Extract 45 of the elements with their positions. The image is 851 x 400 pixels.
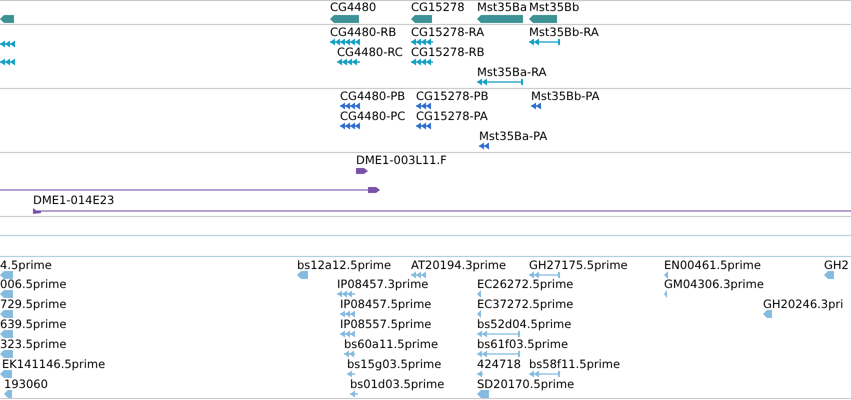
feature-label: EC26272.5prime (477, 277, 574, 291)
feature-label: bs60a11.5prime (344, 337, 438, 351)
feature-label: bs12a12.5prime (297, 258, 392, 272)
feature-label: CG15278-RA (411, 25, 484, 39)
feature-label: GM04306.3prime (664, 277, 764, 291)
feature-label: EC37272.5prime (477, 297, 574, 311)
feature-label: DME1-003L11.F (356, 153, 447, 167)
feature-label: bs58f11.5prime (529, 357, 620, 371)
feature-label: Mst35Bb (529, 0, 580, 14)
feature-label: Mst35Ba-PA (479, 129, 548, 143)
feature-label: IP08457.3prime (337, 277, 428, 291)
feature-label: GH20246.3pri (763, 297, 844, 311)
feature-label: bs61f03.5prime (477, 337, 568, 351)
feature-label: 424718 (477, 357, 521, 371)
feature-label: CG4480-RC (337, 45, 403, 59)
feature-label: CG15278-RB (411, 45, 485, 59)
feature-label: Mst35Bb-RA (529, 25, 599, 39)
feature-label: bs01d03.5prime (350, 377, 444, 391)
feature-label: SD20170.5prime (477, 377, 574, 391)
feature-label: AT20194.3prime (411, 258, 506, 272)
feature-label: CG4480-PC (340, 109, 406, 123)
feature-label: 4.5prime (0, 258, 52, 272)
feature-label: bs15g03.5prime (347, 357, 442, 371)
feature-label: Mst35Bb-PA (531, 89, 600, 103)
feature-label: bs52d04.5prime (477, 317, 572, 331)
feature-label: CG15278-PB (416, 89, 488, 103)
feature-label: CG15278 (411, 0, 465, 14)
feature-label: EN00461.5prime (664, 258, 761, 272)
feature-label: 323.5prime (0, 337, 66, 351)
feature-label: CG4480 (330, 0, 376, 14)
feature-label: 729.5prime (0, 297, 66, 311)
feature-label: GH2 (824, 258, 849, 272)
feature-label: 193060 (4, 377, 48, 391)
feature-label: IP08457.5prime (340, 297, 432, 311)
feature-label: EK141146.5prime (2, 357, 106, 371)
feature-label: Mst35Ba-RA (477, 65, 547, 79)
feature-label: Mst35Ba (477, 0, 527, 14)
feature-label: 006.5prime (0, 277, 66, 291)
feature-label: GH27175.5prime (529, 258, 628, 272)
feature-label: IP08557.5prime (340, 317, 432, 331)
feature-label: DME1-014E23 (33, 193, 114, 207)
feature-label: CG4480-PB (340, 89, 406, 103)
feature-label: 639.5prime (0, 317, 66, 331)
feature-label: CG15278-PA (416, 109, 488, 123)
feature-label: CG4480-RB (330, 25, 396, 39)
